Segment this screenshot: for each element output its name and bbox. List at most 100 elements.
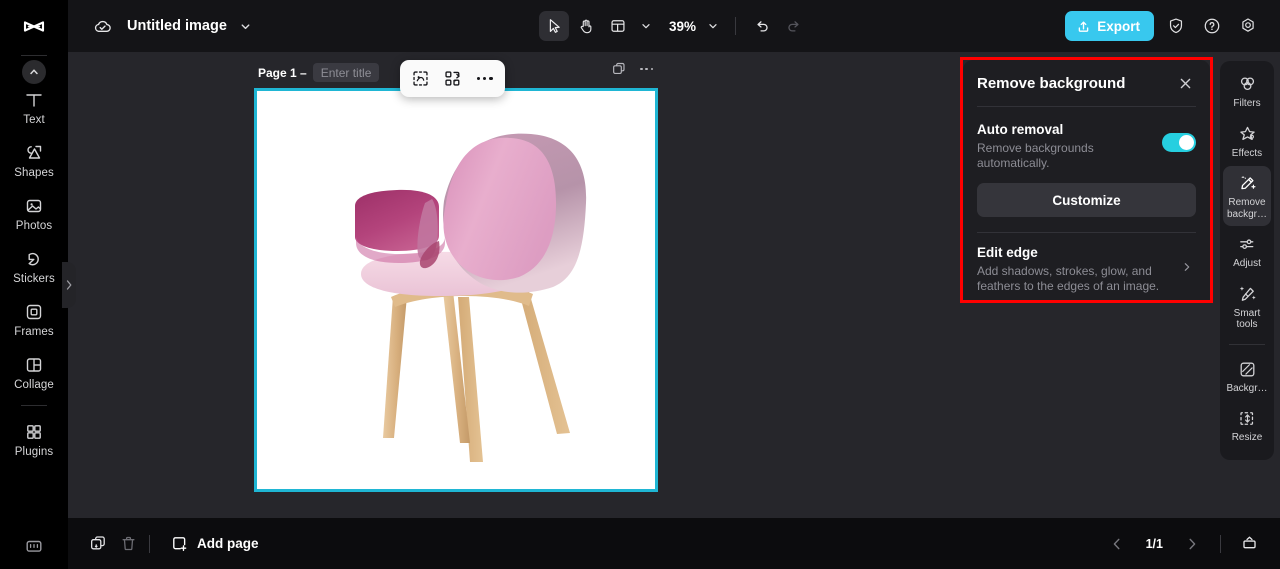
undo-button[interactable] xyxy=(747,11,777,41)
present-button[interactable] xyxy=(1234,529,1264,559)
tool-label: Filters xyxy=(1233,98,1261,109)
tool-label: Adjust xyxy=(1233,258,1261,269)
sidebar-item-label: Shapes xyxy=(14,167,54,179)
page-title-input[interactable]: Enter title xyxy=(312,63,380,82)
tool-resize[interactable]: Resize xyxy=(1223,401,1271,450)
sidebar-item-plugins[interactable]: Plugins xyxy=(0,417,68,461)
tool-label: Effects xyxy=(1231,147,1263,159)
layout-grid-icon xyxy=(611,20,625,32)
security-button[interactable] xyxy=(1162,12,1190,40)
object-more-button[interactable] xyxy=(471,65,499,93)
edit-edge-heading: Edit edge xyxy=(977,245,1038,260)
sidebar-item-label: Plugins xyxy=(14,446,54,458)
previous-page-button[interactable] xyxy=(1102,529,1132,559)
effects-icon xyxy=(1239,126,1255,140)
remove-background-panel: Remove background Auto removal Remove ba… xyxy=(963,60,1210,300)
sidebar-item-shapes[interactable]: Shapes xyxy=(0,138,68,182)
more-horizontal-icon xyxy=(640,67,654,71)
edit-edge-description: Add shadows, strokes, glow, and feathers… xyxy=(977,264,1160,293)
photos-icon xyxy=(26,199,42,213)
tool-adjust[interactable]: Adjust xyxy=(1223,227,1271,276)
cloud-saved-icon[interactable] xyxy=(92,16,113,37)
layout-tool-button[interactable] xyxy=(603,11,633,41)
auto-removal-toggle[interactable] xyxy=(1162,133,1196,152)
help-button[interactable] xyxy=(1198,12,1226,40)
tool-effects[interactable]: Effects xyxy=(1223,117,1271,166)
capcut-logo-icon[interactable] xyxy=(17,12,51,46)
sidebar-item-label: Text xyxy=(23,114,45,126)
edit-edge-section[interactable]: Edit edge Add shadows, strokes, glow, an… xyxy=(977,233,1196,294)
customize-button[interactable]: Customize xyxy=(977,183,1196,217)
duplicate-page-icon xyxy=(613,62,625,75)
redo-button[interactable] xyxy=(779,11,809,41)
page-label: Page 1 – xyxy=(258,65,307,80)
add-page-button[interactable]: Add page xyxy=(170,534,259,553)
shield-check-icon xyxy=(1169,18,1183,34)
sidebar-item-frames[interactable]: Frames xyxy=(0,297,68,341)
collage-icon xyxy=(26,358,42,372)
customize-label: Customize xyxy=(1052,192,1121,208)
auto-removal-section: Auto removal Remove backgrounds automati… xyxy=(977,107,1196,217)
remove-background-icon xyxy=(1240,176,1256,190)
chevron-up-icon xyxy=(30,69,38,75)
object-floating-toolbar xyxy=(400,60,505,97)
left-sidebar: Text Shapes Photos Stickers Frames Colla… xyxy=(0,0,68,569)
edit-edge-text: Edit edge Add shadows, strokes, glow, an… xyxy=(977,245,1178,294)
shapes-icon xyxy=(27,145,42,159)
chevron-down-icon xyxy=(241,23,250,29)
layout-dropdown[interactable] xyxy=(635,12,657,40)
duplicate-page-button[interactable] xyxy=(611,61,627,77)
present-icon xyxy=(1242,536,1256,549)
add-page-label: Add page xyxy=(197,536,259,551)
document-title-dropdown[interactable] xyxy=(239,20,252,33)
tool-filters[interactable]: Filters xyxy=(1223,67,1271,116)
auto-removal-heading: Auto removal xyxy=(977,122,1064,137)
chevron-right-icon xyxy=(1184,263,1190,271)
panel-close-button[interactable] xyxy=(1174,72,1196,94)
duplicate-page-button[interactable] xyxy=(83,529,113,559)
export-button[interactable]: Export xyxy=(1065,11,1154,41)
sidebar-item-photos[interactable]: Photos xyxy=(0,191,68,235)
keyboard-shortcuts-button[interactable] xyxy=(0,535,68,557)
sidebar-item-text[interactable]: Text xyxy=(0,85,68,129)
sidebar-collapse-button[interactable] xyxy=(22,60,46,84)
sidebar-item-collage[interactable]: Collage xyxy=(0,350,68,394)
replace-image-button[interactable] xyxy=(438,65,466,93)
tool-remove-background[interactable]: Remove backgr… xyxy=(1223,166,1271,226)
export-label: Export xyxy=(1097,18,1140,34)
zoom-dropdown[interactable] xyxy=(702,12,724,40)
page-more-button[interactable] xyxy=(640,67,654,71)
delete-page-button[interactable] xyxy=(113,529,143,559)
bottom-separator-2 xyxy=(1220,534,1221,553)
background-icon xyxy=(1240,362,1254,376)
tool-background[interactable]: Backgr… xyxy=(1223,352,1271,401)
top-toolbar: Untitled image 39% Export xyxy=(68,0,1280,52)
zoom-level[interactable]: 39% xyxy=(659,19,700,34)
tool-smart-tools[interactable]: Smart tools xyxy=(1223,277,1271,337)
cursor-select-icon xyxy=(549,19,560,33)
more-horizontal-icon xyxy=(477,76,493,81)
smart-tools-icon xyxy=(1239,285,1256,301)
select-tool-button[interactable] xyxy=(538,11,569,41)
cutout-select-button[interactable] xyxy=(406,65,434,93)
page-title-placeholder: Enter title xyxy=(320,65,372,80)
redo-icon xyxy=(788,21,799,32)
canvas-tools-group: 39% xyxy=(538,11,809,41)
artboard-selection[interactable] xyxy=(254,88,658,492)
sidebar-divider xyxy=(21,55,47,56)
hand-tool-button[interactable] xyxy=(571,11,601,41)
chevron-left-icon xyxy=(1113,538,1120,549)
artboard-canvas[interactable] xyxy=(257,91,655,489)
bottom-toolbar: Add page 1/1 xyxy=(68,518,1280,569)
tool-label: Remove backgr… xyxy=(1226,197,1267,220)
hand-pan-icon xyxy=(580,19,592,34)
stickers-icon xyxy=(28,252,39,266)
chevron-down-icon xyxy=(709,24,717,29)
sidebar-expand-handle[interactable] xyxy=(62,262,76,308)
settings-button[interactable] xyxy=(1234,12,1262,40)
sidebar-item-stickers[interactable]: Stickers xyxy=(0,244,68,288)
capcut-image-editor: Text Shapes Photos Stickers Frames Colla… xyxy=(0,0,1280,569)
next-page-button[interactable] xyxy=(1177,529,1207,559)
document-title[interactable]: Untitled image xyxy=(127,18,227,34)
edit-edge-chevron[interactable] xyxy=(1178,261,1196,273)
